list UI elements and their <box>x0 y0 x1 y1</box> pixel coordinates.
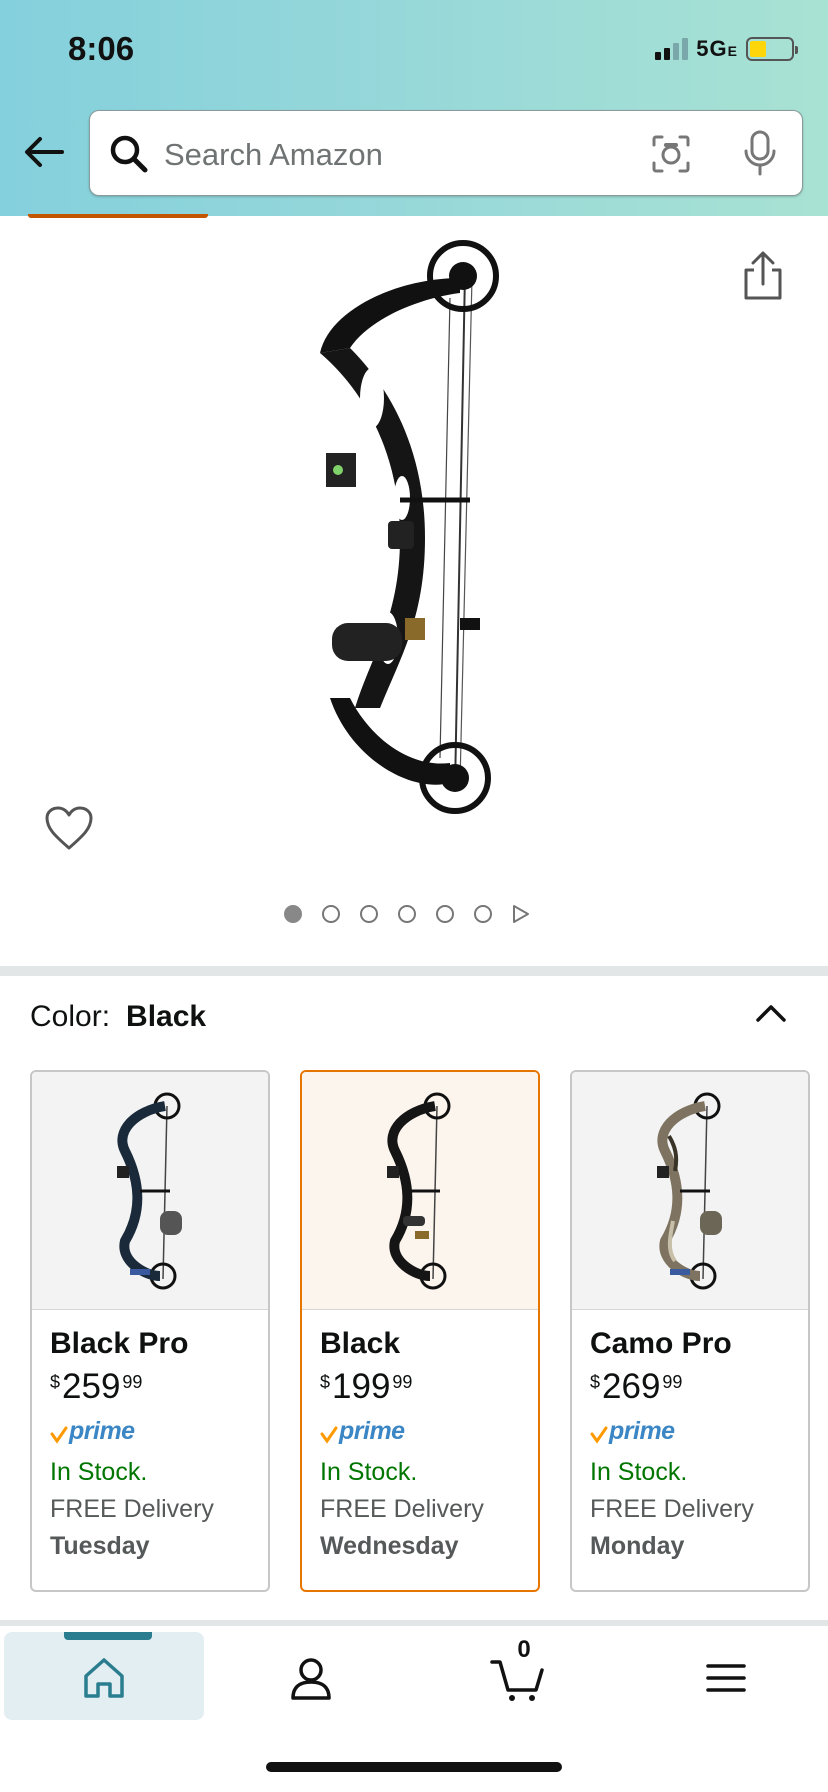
microphone-icon[interactable] <box>740 129 780 177</box>
battery-icon <box>746 37 798 61</box>
menu-icon[interactable] <box>702 1654 750 1702</box>
carousel-dot[interactable] <box>360 905 378 923</box>
delivery-day: Wednesday <box>320 1532 459 1560</box>
variant-name: Black Pro <box>50 1327 189 1360</box>
variant-card-black-pro[interactable]: Black Pro $259 99 prime In Stock. FREE De… <box>30 1070 270 1592</box>
variant-bow-image <box>657 1092 722 1289</box>
status-icons: 5GE <box>655 36 798 62</box>
prime-check-icon <box>590 1426 608 1444</box>
color-selector-header: Color: Black <box>30 1000 206 1034</box>
stock-status: In Stock. <box>50 1458 148 1486</box>
carousel-dot[interactable] <box>284 905 302 923</box>
account-icon[interactable] <box>287 1654 335 1702</box>
stock-status: In Stock. <box>320 1458 418 1486</box>
variant-bow-image <box>387 1092 451 1289</box>
delivery-text: FREE Delivery <box>50 1495 214 1523</box>
prime-badge: prime <box>320 1416 520 1446</box>
delivery-text: FREE Delivery <box>590 1495 754 1523</box>
carousel-dot[interactable] <box>474 905 492 923</box>
variant-image <box>32 1072 268 1310</box>
variant-image <box>302 1072 538 1310</box>
play-video-icon[interactable] <box>512 904 530 924</box>
delivery-day: Monday <box>590 1532 685 1560</box>
carousel-dot[interactable] <box>436 905 454 923</box>
prime-badge: prime <box>50 1416 250 1446</box>
home-indicator <box>266 1762 562 1772</box>
stock-status: In Stock. <box>590 1458 688 1486</box>
delivery-text: FREE Delivery <box>320 1495 484 1523</box>
product-image[interactable] <box>310 238 520 828</box>
nav-active-indicator <box>64 1632 152 1640</box>
wishlist-heart-icon[interactable] <box>44 805 94 851</box>
search-input[interactable]: Search Amazon <box>89 110 803 196</box>
cart-count-badge: 0 <box>517 1636 531 1663</box>
variant-name: Black <box>320 1327 401 1360</box>
variant-card-black[interactable]: Black $199 99 prime In Stock. FREE Delive… <box>300 1070 540 1592</box>
color-label: Color: <box>30 1000 111 1033</box>
prime-check-icon <box>320 1426 338 1444</box>
share-icon[interactable] <box>740 250 786 302</box>
variant-name: Camo Pro <box>590 1327 732 1360</box>
section-divider <box>0 966 828 976</box>
chevron-up-icon[interactable] <box>754 998 788 1028</box>
variant-bow-image <box>117 1092 182 1289</box>
variant-price: $199 99 <box>320 1367 413 1406</box>
network-indicator: 5GE <box>696 36 738 61</box>
status-time: 8:06 <box>68 30 135 67</box>
back-arrow-icon[interactable] <box>22 130 66 174</box>
variant-price: $259 99 <box>50 1367 143 1406</box>
search-icon <box>110 135 148 173</box>
carousel-dot[interactable] <box>322 905 340 923</box>
variant-image <box>572 1072 808 1310</box>
carousel-dot[interactable] <box>398 905 416 923</box>
prime-badge: prime <box>590 1416 790 1446</box>
search-placeholder: Search Amazon <box>164 137 383 172</box>
app-header: 8:06 5GE Search Amazon <box>0 0 828 216</box>
color-variants: Black Pro $259 99 prime In Stock. FREE De… <box>30 1070 810 1592</box>
variant-price: $269 99 <box>590 1367 683 1406</box>
tab-indicator <box>28 214 208 218</box>
prime-check-icon <box>50 1426 68 1444</box>
signal-icon <box>655 38 689 60</box>
image-carousel-dots[interactable] <box>284 904 530 924</box>
home-icon[interactable] <box>80 1654 128 1702</box>
variant-card-camo-pro[interactable]: Camo Pro $269 99 prime In Stock. FREE Del… <box>570 1070 810 1592</box>
camera-scan-icon[interactable] <box>650 133 692 175</box>
color-value: Black <box>126 1000 207 1033</box>
delivery-day: Tuesday <box>50 1532 150 1560</box>
